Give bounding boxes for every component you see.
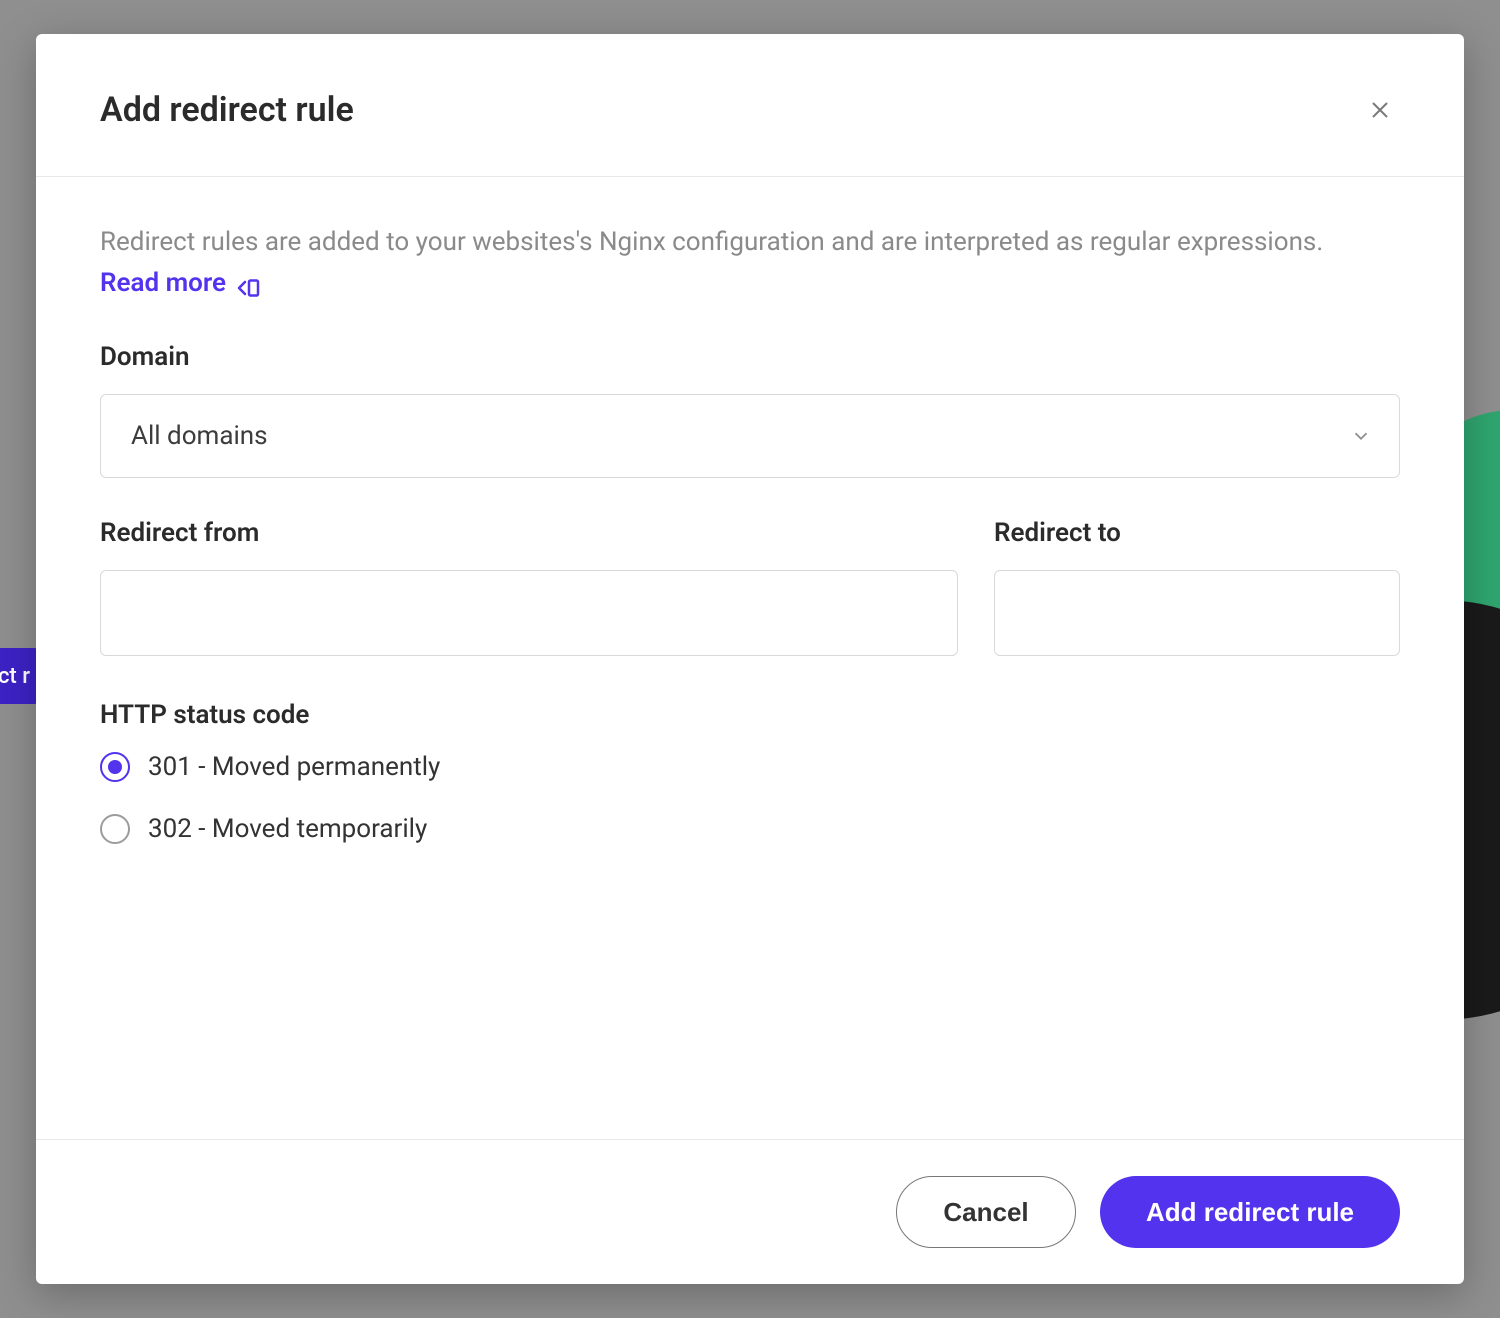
domain-select[interactable]: All domains bbox=[100, 394, 1400, 478]
submit-button[interactable]: Add redirect rule bbox=[1100, 1176, 1400, 1248]
http-status-radio-group: 301 - Moved permanently 302 - Moved temp… bbox=[100, 752, 1400, 844]
background-button-fragment-label: ct r bbox=[0, 664, 30, 689]
redirect-from-field-group: Redirect from bbox=[100, 518, 958, 656]
read-more-link[interactable]: Read more bbox=[100, 268, 260, 298]
external-link-icon bbox=[236, 274, 260, 292]
modal-description: Redirect rules are added to your website… bbox=[100, 223, 1400, 262]
domain-select-wrapper: All domains bbox=[100, 394, 1400, 478]
domain-selected-value: All domains bbox=[131, 421, 268, 451]
redirect-from-input[interactable] bbox=[100, 570, 958, 656]
modal-body: Redirect rules are added to your website… bbox=[36, 177, 1464, 1139]
http-status-label: HTTP status code bbox=[100, 700, 1400, 730]
modal-title: Add redirect rule bbox=[100, 90, 354, 130]
redirect-to-label: Redirect to bbox=[994, 518, 1400, 548]
domain-field-group: Domain All domains bbox=[100, 342, 1400, 478]
domain-label: Domain bbox=[100, 342, 1400, 372]
add-redirect-rule-modal: Add redirect rule Redirect rules are add… bbox=[36, 34, 1464, 1284]
modal-footer: Cancel Add redirect rule bbox=[36, 1139, 1464, 1284]
close-button[interactable] bbox=[1360, 90, 1400, 130]
status-option-label: 301 - Moved permanently bbox=[148, 752, 440, 782]
radio-icon bbox=[100, 814, 130, 844]
modal-header: Add redirect rule bbox=[36, 34, 1464, 177]
status-option-301[interactable]: 301 - Moved permanently bbox=[100, 752, 1400, 782]
redirect-from-label: Redirect from bbox=[100, 518, 958, 548]
status-option-302[interactable]: 302 - Moved temporarily bbox=[100, 814, 1400, 844]
close-icon bbox=[1368, 98, 1392, 122]
background-button-fragment: ct r bbox=[0, 648, 40, 704]
redirect-to-input[interactable] bbox=[994, 570, 1400, 656]
read-more-label: Read more bbox=[100, 268, 226, 298]
redirect-to-field-group: Redirect to bbox=[994, 518, 1400, 656]
redirect-columns: Redirect from Redirect to bbox=[100, 518, 1400, 656]
submit-label: Add redirect rule bbox=[1146, 1197, 1354, 1228]
status-option-label: 302 - Moved temporarily bbox=[148, 814, 427, 844]
cancel-button[interactable]: Cancel bbox=[896, 1176, 1076, 1248]
http-status-field-group: HTTP status code 301 - Moved permanently… bbox=[100, 700, 1400, 844]
cancel-label: Cancel bbox=[943, 1197, 1028, 1228]
radio-icon bbox=[100, 752, 130, 782]
